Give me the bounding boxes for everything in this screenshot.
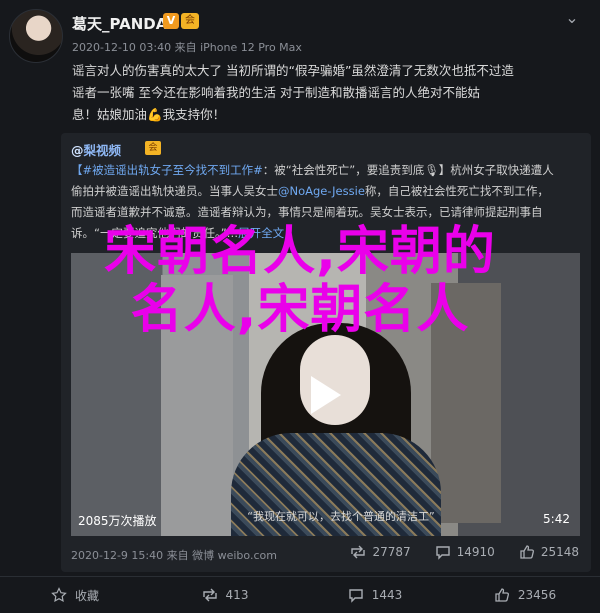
hashtag-link[interactable]: 【#被造谣出轨女子至今找不到工作# xyxy=(71,163,263,177)
thumbs-up-icon xyxy=(495,588,509,602)
like-button[interactable]: 23456 xyxy=(450,577,600,613)
repost-text-fragment: 偷拍并被造谣出轨快递员。当事人吴女士 xyxy=(71,184,278,198)
play-icon[interactable] xyxy=(293,366,351,424)
repost-text-line: 而造谣者道歉并不诚意。造谣者辩认为，事情只是闹着玩。吴女士表示，已请律师提起刑事… xyxy=(71,202,586,223)
post-text: 谣言对人的伤害真的太大了 当初所谓的“假孕骗婚”虽然澄清了无数次也抵不过造 谣者… xyxy=(72,60,582,126)
member-badge-icon: 会 xyxy=(145,141,161,155)
mention-link[interactable]: @NoAge-Jessie xyxy=(278,184,365,198)
repost-count: 413 xyxy=(225,588,249,602)
chevron-down-icon[interactable]: ⌄ xyxy=(562,8,582,28)
action-bar: 收藏 413 1443 23456 xyxy=(0,576,600,613)
comment-icon xyxy=(349,589,363,603)
star-icon xyxy=(51,587,67,603)
thumbs-up-icon xyxy=(520,545,534,559)
repost-card[interactable]: @梨视频 会 【#被造谣出轨女子至今找不到工作#：被“社会性死亡”，要追责到底🎙… xyxy=(61,133,591,572)
username[interactable]: 葛天_PANDA xyxy=(72,13,167,34)
repost-author-name[interactable]: 梨视频 xyxy=(84,143,122,158)
repost-count-button[interactable]: 27787 xyxy=(350,544,411,560)
comment-icon xyxy=(435,546,450,560)
overlay-title-line: 宋朝名人,宋朝的 xyxy=(104,222,496,282)
favorite-label: 收藏 xyxy=(74,588,99,603)
favorite-button[interactable]: 收藏 xyxy=(0,577,150,613)
post-meta: 2020-12-10 03:40 来自 iPhone 12 Pro Max xyxy=(72,41,302,54)
repost-icon xyxy=(351,545,366,559)
overlay-title: 宋朝名人,宋朝的 名人,宋朝名人 xyxy=(0,223,600,339)
comment-count: 1443 xyxy=(371,588,403,602)
verified-badge-icon: V xyxy=(163,13,179,29)
repost-text-line: 【#被造谣出轨女子至今找不到工作#：被“社会性死亡”，要追责到底🎙】杭州女子取快… xyxy=(71,160,586,181)
repost-meta: 2020-12-9 15:40 来自 微博 weibo.com xyxy=(71,549,277,562)
repost-text-line: 偷拍并被造谣出轨快递员。当事人吴女士@NoAge-Jessie称，自己被社会性死… xyxy=(71,181,586,202)
post-text-line: 谣言对人的伤害真的太大了 当初所谓的“假孕骗婚”虽然澄清了无数次也抵不过造 xyxy=(72,63,514,78)
comment-button[interactable]: 1443 xyxy=(300,577,450,613)
at-prefix: @ xyxy=(71,143,84,158)
repost-icon xyxy=(202,588,217,602)
like-count-button[interactable]: 25148 xyxy=(519,544,579,560)
repost-text-fragment: ：被“社会性死亡”，要追责到底🎙】杭州女子取快递遭人 xyxy=(262,163,554,177)
comment-count-button[interactable]: 14910 xyxy=(435,544,495,560)
repost-stats: 27787 14910 25148 xyxy=(350,544,579,560)
video-duration: 5:42 xyxy=(543,512,570,526)
like-count: 25148 xyxy=(540,545,579,559)
repost-text-fragment: 而造谣者道歉并不诚意。造谣者辩认为，事情只是闹着玩。吴女士表示，已请律师提起刑事… xyxy=(71,205,543,219)
repost-count: 27787 xyxy=(372,545,411,559)
like-count: 23456 xyxy=(517,588,557,602)
repost-button[interactable]: 413 xyxy=(150,577,300,613)
post-text-line: 息！姑娘加油💪我支持你！ xyxy=(72,107,226,122)
avatar[interactable] xyxy=(9,9,63,63)
weibo-post: 葛天_PANDA V 会 ⌄ 2020-12-10 03:40 来自 iPhon… xyxy=(0,0,600,612)
video-subtitle: “我现在就可以，去找个普通的清洁工” xyxy=(247,510,435,523)
post-text-line: 谣者一张嘴 至今还在影响着我的生活 对于制造和散播谣言的人绝对不能姑 xyxy=(72,85,480,100)
member-badge-icon: 会 xyxy=(181,13,199,29)
repost-text-fragment: 称，自己被社会性死亡找不到工作， xyxy=(364,184,549,198)
video-view-count: 2085万次播放 xyxy=(78,514,157,528)
repost-author[interactable]: @梨视频 xyxy=(71,140,121,159)
overlay-title-line: 名人,宋朝名人 xyxy=(130,280,470,340)
comment-count: 14910 xyxy=(456,545,495,559)
